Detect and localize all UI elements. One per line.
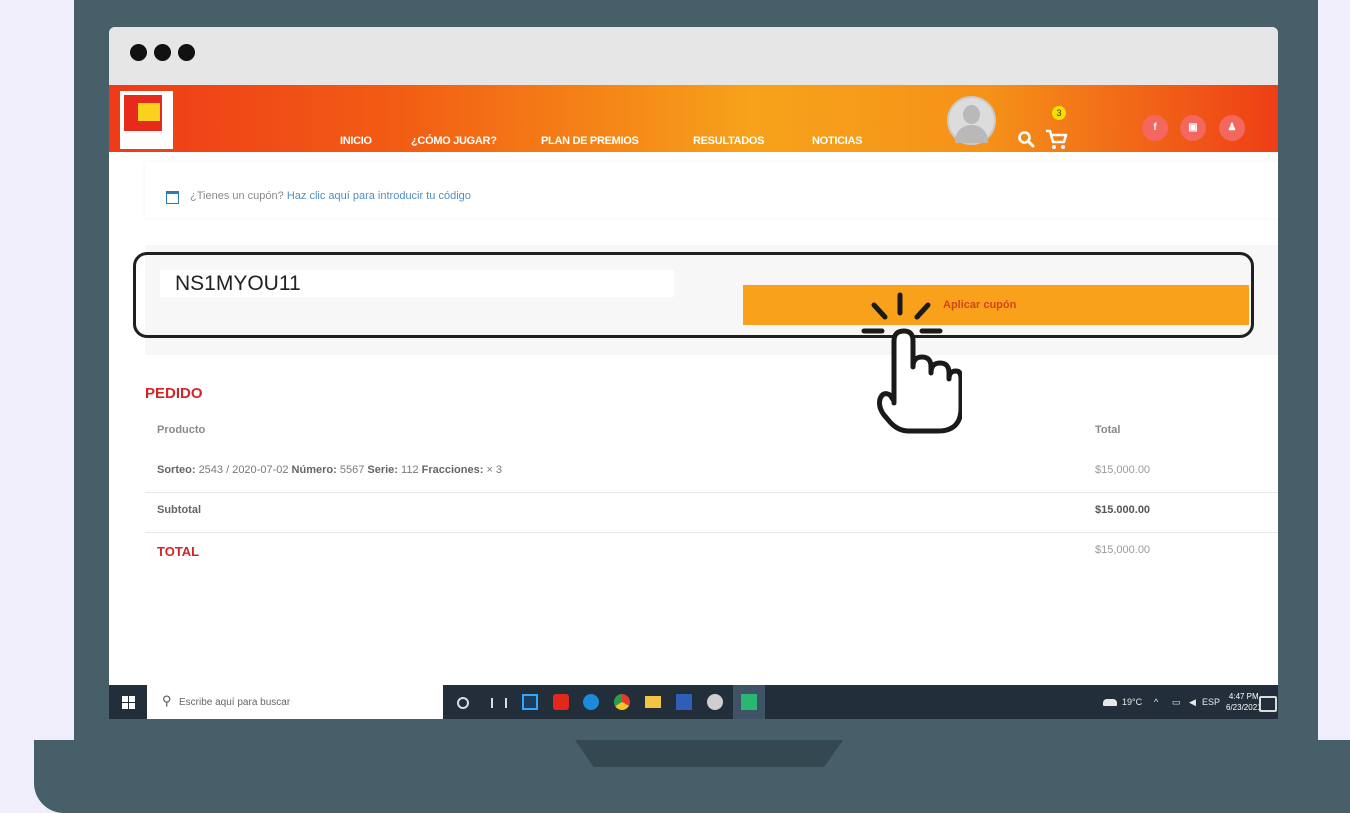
total-value: $15,000.00 <box>1095 544 1151 556</box>
search-icon: ⚲ <box>162 693 172 708</box>
language-indicator[interactable]: ESP <box>1202 697 1220 707</box>
windows-start-icon[interactable] <box>122 696 135 709</box>
nav-inicio[interactable]: INICIO <box>340 135 372 147</box>
total-label: TOTAL <box>157 544 200 559</box>
nav-como-jugar[interactable]: ¿CÓMO JUGAR? <box>411 135 497 147</box>
sorteo-label: Sorteo: <box>157 464 196 476</box>
nav-noticias[interactable]: NOTICIAS <box>812 135 862 147</box>
user-avatar-icon[interactable] <box>947 96 996 145</box>
windows-taskbar: ⚲ Escribe aquí para buscar 19°C ^ ▭ ◀ ES… <box>109 685 1278 719</box>
cart-count-badge: 3 <box>1052 106 1066 120</box>
clock-date: 6/23/2021 <box>1226 703 1262 712</box>
volume-icon[interactable]: ◀ <box>1189 697 1196 708</box>
fracciones-label: Fracciones: <box>421 464 484 476</box>
numero-label: Número: <box>291 464 337 476</box>
file-explorer-icon[interactable] <box>645 696 661 708</box>
pointing-hand-icon <box>861 292 962 434</box>
temperature-text: 19°C <box>1122 697 1143 707</box>
calendar-icon <box>166 191 179 204</box>
app-icon[interactable] <box>707 694 723 710</box>
photoshop-icon[interactable] <box>522 694 538 710</box>
cortana-icon[interactable] <box>457 697 469 709</box>
order-item-total: $15,000.00 <box>1095 464 1151 476</box>
chrome-icon[interactable] <box>614 694 630 710</box>
weather-icon[interactable] <box>1103 699 1117 706</box>
nav-plan-de-premios[interactable]: PLAN DE PREMIOS <box>541 135 639 147</box>
window-dot-icon <box>178 44 195 61</box>
order-item-description: Sorteo: 2543 / 2020-07-02 Número: 5567 S… <box>157 464 502 476</box>
coupon-notice-text: ¿Tienes un cupón? Haz clic aquí para int… <box>190 190 471 202</box>
word-icon[interactable] <box>676 694 692 710</box>
col-total-header: Total <box>1095 424 1121 436</box>
coupon-notice: ¿Tienes un cupón? Haz clic aquí para int… <box>145 162 1278 218</box>
laptop-hinge <box>575 740 843 767</box>
instagram-icon[interactable]: ▣ <box>1180 115 1206 141</box>
sorteo-value: 2543 / 2020-07-02 <box>198 464 289 476</box>
notifications-icon[interactable] <box>1259 696 1277 712</box>
acrobat-icon[interactable] <box>553 694 569 710</box>
numero-value: 5567 <box>339 464 365 476</box>
clock-time: 4:47 PM <box>1228 692 1259 701</box>
task-view-icon[interactable] <box>491 698 507 708</box>
edge-icon[interactable] <box>583 694 599 710</box>
window-dot-icon <box>154 44 171 61</box>
taskbar-search-box[interactable]: ⚲ Escribe aquí para buscar <box>147 685 443 719</box>
coupon-link[interactable]: Haz clic aquí para introducir tu código <box>287 190 471 202</box>
taskbar-search-placeholder: Escribe aquí para buscar <box>179 697 291 708</box>
cart-icon[interactable] <box>1045 127 1069 151</box>
table-row: Sorteo: 2543 / 2020-07-02 Número: 5567 S… <box>145 452 1278 493</box>
highlight-outline <box>133 252 1254 338</box>
fracciones-value: × 3 <box>486 464 503 476</box>
serie-label: Serie: <box>367 464 398 476</box>
active-app-tile[interactable] <box>733 685 765 719</box>
table-header-row: Producto Total <box>145 412 1278 452</box>
search-icon[interactable] <box>1017 130 1035 148</box>
chevron-up-icon[interactable]: ^ <box>1154 697 1158 707</box>
network-icon[interactable]: ▭ <box>1172 697 1181 708</box>
nav-resultados[interactable]: RESULTADOS <box>693 135 764 147</box>
subtotal-value: $15.000.00 <box>1095 504 1151 516</box>
subtotal-label: Subtotal <box>157 504 201 516</box>
youtube-icon[interactable]: ♟ <box>1219 115 1245 141</box>
coupon-question: ¿Tienes un cupón? <box>190 190 284 202</box>
facebook-icon[interactable]: f <box>1142 115 1168 141</box>
laptop-screen: INICIO ¿CÓMO JUGAR? PLAN DE PREMIOS RESU… <box>109 27 1278 719</box>
browser-title-bar <box>109 27 1278 85</box>
site-logo[interactable] <box>120 91 173 149</box>
col-product-header: Producto <box>157 424 206 436</box>
taskbar-clock[interactable]: 4:47 PM 6/23/2021 <box>1226 691 1262 713</box>
serie-value: 112 <box>401 464 419 476</box>
total-row: TOTAL $15,000.00 <box>145 532 1278 572</box>
order-heading: PEDIDO <box>145 385 203 402</box>
subtotal-row: Subtotal $15.000.00 <box>145 492 1278 533</box>
window-dot-icon <box>130 44 147 61</box>
